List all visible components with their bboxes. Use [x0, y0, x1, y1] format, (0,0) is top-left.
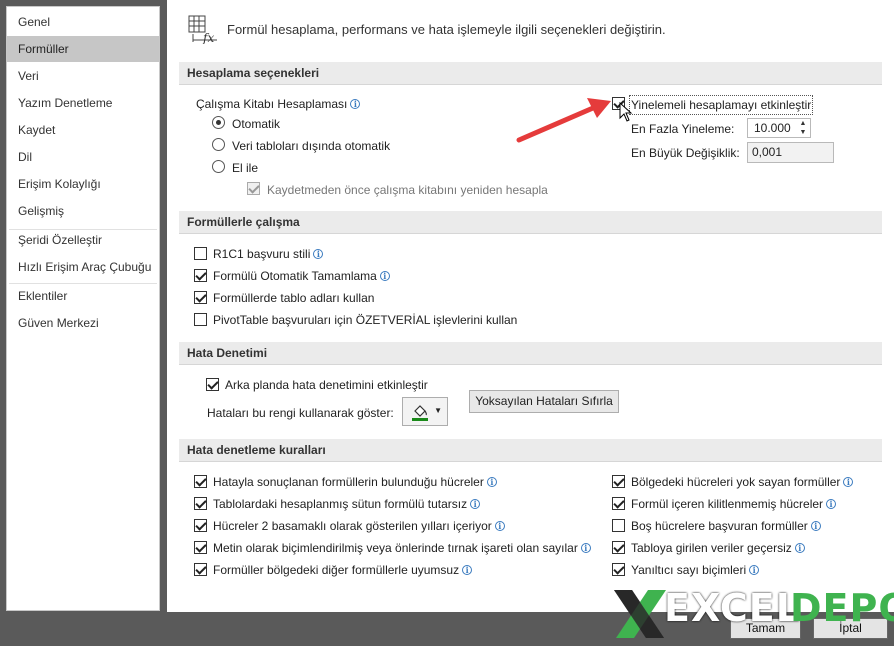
max-iterations-spinner[interactable]: 10.000 ▲ ▼ [747, 118, 811, 138]
rule-error-cells-label[interactable]: Hatayla sonuçlanan formüllerin bulunduğu… [213, 474, 497, 490]
sidebar-item-eklentiler[interactable]: Eklentiler [7, 283, 159, 309]
formula-calc-icon: fx [188, 15, 217, 44]
info-icon: i [794, 543, 805, 553]
max-change-label: En Büyük Değişiklik: [631, 146, 740, 160]
background-error-checkbox[interactable] [206, 378, 219, 391]
rule-invalid-table-data-label[interactable]: Tabloya girilen veriler geçersiz i [631, 540, 805, 556]
r1c1-label[interactable]: R1C1 başvuru stili i [213, 246, 324, 262]
info-icon: i [462, 565, 473, 575]
sidebar-item-seridi-ozellestir[interactable]: Şeridi Özelleştir [7, 227, 159, 253]
info-icon: i [826, 499, 837, 509]
error-color-picker[interactable]: ▼ [402, 397, 448, 426]
max-iterations-label: En Fazla Yineleme: [631, 122, 735, 136]
radio-manual[interactable] [212, 160, 225, 173]
rule-numbers-as-text-checkbox[interactable] [194, 541, 207, 554]
exceldepo-logo-x-icon [614, 590, 666, 638]
getpivotdata-checkbox[interactable] [194, 313, 207, 326]
options-sidebar: Genel Formüller Veri Yazım Denetleme Kay… [6, 6, 160, 611]
radio-auto-except-tables[interactable] [212, 138, 225, 151]
sidebar-item-veri[interactable]: Veri [7, 63, 159, 89]
sidebar-item-genel[interactable]: Genel [7, 9, 159, 35]
options-main-panel: fx Formül hesaplama, performans ve hata … [167, 0, 894, 612]
rule-empty-cells-checkbox[interactable] [612, 519, 625, 532]
iterative-calc-label[interactable]: Yinelemeli hesaplamayı etkinleştir [628, 95, 814, 115]
info-icon: i [580, 543, 591, 553]
info-icon: i [494, 521, 505, 531]
sidebar-item-formuller[interactable]: Formüller [7, 36, 159, 62]
rule-two-digit-years-checkbox[interactable] [194, 519, 207, 532]
recalc-before-save-label: Kaydetmeden önce çalışma kitabını yenide… [267, 183, 548, 197]
info-icon: i [350, 99, 361, 109]
rule-invalid-table-data-checkbox[interactable] [612, 541, 625, 554]
section-rules-title: Hata denetleme kuralları [179, 439, 882, 462]
svg-text:fx: fx [202, 31, 214, 44]
table-names-checkbox[interactable] [194, 291, 207, 304]
sidebar-item-yazim-denetleme[interactable]: Yazım Denetleme [7, 90, 159, 116]
radio-automatic-label[interactable]: Otomatik [232, 116, 280, 132]
recalc-before-save-checkbox[interactable] [247, 182, 260, 195]
sidebar-item-kaydet[interactable]: Kaydet [7, 117, 159, 143]
info-icon: i [843, 477, 854, 487]
rule-misleading-formats-checkbox[interactable] [612, 563, 625, 576]
info-icon: i [749, 565, 760, 575]
sidebar-item-hizli-erisim[interactable]: Hızlı Erişim Araç Çubuğu [7, 254, 159, 280]
rule-unlocked-cells-checkbox[interactable] [612, 497, 625, 510]
rule-misleading-formats-label[interactable]: Yanıltıcı sayı biçimleri i [631, 562, 760, 578]
sidebar-item-dil[interactable]: Dil [7, 144, 159, 170]
rule-numbers-as-text-label[interactable]: Metin olarak biçimlendirilmiş veya önler… [213, 540, 591, 556]
radio-manual-label[interactable]: El ile [232, 160, 258, 176]
red-arrow-annotation-icon [516, 98, 611, 143]
max-change-field[interactable]: 0,001 [747, 142, 834, 163]
background-error-label[interactable]: Arka planda hata denetimini etkinleştir [225, 377, 428, 393]
rule-omit-cells-label[interactable]: Bölgedeki hücreleri yok sayan formüller i [631, 474, 854, 490]
rule-unlocked-cells-label[interactable]: Formül içeren kilitlenmemiş hücreler i [631, 496, 837, 512]
info-icon: i [313, 249, 324, 259]
error-color-label: Hataları bu rengi kullanarak göster: [207, 406, 394, 420]
r1c1-checkbox[interactable] [194, 247, 207, 260]
mouse-cursor-icon [619, 102, 633, 122]
header-description: Formül hesaplama, performans ve hata işl… [227, 22, 666, 37]
formula-autocomplete-label[interactable]: Formülü Otomatik Tamamlama i [213, 268, 390, 284]
rule-two-digit-years-label[interactable]: Hücreler 2 basamaklı olarak gösterilen y… [213, 518, 505, 534]
getpivotdata-label[interactable]: PivotTable başvuruları için ÖZETVERİAL i… [213, 312, 517, 328]
workbook-calc-label: Çalışma Kitabı Hesaplaması i [196, 96, 361, 112]
spinner-arrows-icon[interactable]: ▲ ▼ [796, 119, 810, 137]
info-icon: i [379, 271, 390, 281]
section-formulas-title: Formüllerle çalışma [179, 211, 882, 234]
rule-empty-cells-label[interactable]: Boş hücrelere başvuran formüller i [631, 518, 821, 534]
sidebar-item-gelismis[interactable]: Gelişmiş [7, 198, 159, 224]
rule-inconsistent-column-label[interactable]: Tablolardaki hesaplanmış sütun formülü t… [213, 496, 481, 512]
reset-ignored-errors-button[interactable]: Yoksayılan Hataları Sıfırla [469, 390, 619, 413]
rule-omit-cells-checkbox[interactable] [612, 475, 625, 488]
radio-automatic[interactable] [212, 116, 225, 129]
section-errors-title: Hata Denetimi [179, 342, 882, 365]
rule-inconsistent-formulas-label[interactable]: Formüller bölgedeki diğer formüllerle uy… [213, 562, 473, 578]
sidebar-item-guven-merkezi[interactable]: Güven Merkezi [7, 310, 159, 336]
info-icon: i [486, 477, 497, 487]
rule-inconsistent-formulas-checkbox[interactable] [194, 563, 207, 576]
rule-inconsistent-column-checkbox[interactable] [194, 497, 207, 510]
paint-bucket-icon [412, 405, 428, 421]
table-names-label[interactable]: Formüllerde tablo adları kullan [213, 290, 374, 306]
info-icon: i [810, 521, 821, 531]
dropdown-arrow-icon: ▼ [434, 406, 442, 415]
section-calc-title: Hesaplama seçenekleri [179, 62, 882, 85]
sidebar-item-erisim-kolayligi[interactable]: Erişim Kolaylığı [7, 171, 159, 197]
info-icon: i [470, 499, 481, 509]
formula-autocomplete-checkbox[interactable] [194, 269, 207, 282]
radio-auto-except-tables-label[interactable]: Veri tabloları dışında otomatik [232, 138, 390, 154]
rule-error-cells-checkbox[interactable] [194, 475, 207, 488]
